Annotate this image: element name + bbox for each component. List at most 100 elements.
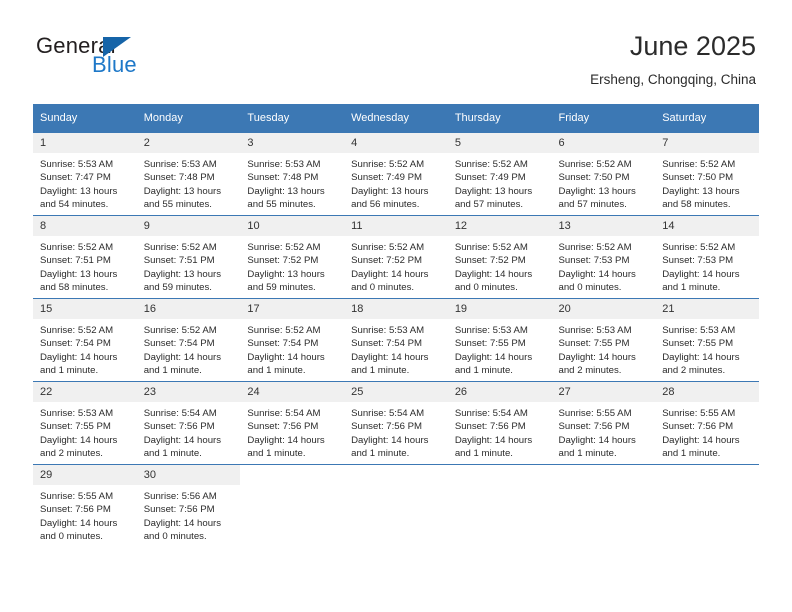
day-cell[interactable]: 30 Sunrise: 5:56 AM Sunset: 7:56 PM Dayligh… — [136, 465, 241, 547]
day-number: 7 — [655, 133, 759, 153]
daylight-text-line1: Daylight: 14 hours — [247, 351, 325, 363]
daylight-text-line2: and 2 minutes. — [558, 365, 622, 377]
day-number: 12 — [447, 216, 552, 236]
day-details: Sunrise: 5:52 AM Sunset: 7:54 PM Daylight:… — [240, 319, 344, 378]
day-number: 30 — [136, 465, 241, 485]
day-details: Sunrise: 5:53 AM Sunset: 7:48 PM Daylight:… — [137, 153, 241, 212]
day-number: 17 — [240, 299, 345, 319]
daylight-text-line2: and 1 minute. — [143, 365, 202, 377]
day-cell[interactable]: 18 Sunrise: 5:53 AM Sunset: 7:54 PM Dayligh… — [344, 299, 448, 381]
sunset-text: Sunset: 7:56 PM — [662, 421, 734, 433]
day-cell[interactable]: 9 Sunrise: 5:52 AM Sunset: 7:51 PM Daylight… — [136, 216, 241, 298]
day-details — [448, 485, 552, 490]
day-cell[interactable]: 19 Sunrise: 5:53 AM Sunset: 7:55 PM Dayligh… — [447, 299, 552, 381]
daylight-text-line2: and 1 minute. — [351, 448, 410, 460]
day-cell[interactable]: 11 Sunrise: 5:52 AM Sunset: 7:52 PM Dayligh… — [344, 216, 448, 298]
sunrise-text: Sunrise: 5:52 AM — [351, 159, 425, 170]
day-number: 20 — [551, 299, 656, 319]
day-cell[interactable]: 1 Sunrise: 5:53 AM Sunset: 7:47 PM Daylight… — [33, 133, 137, 215]
daylight-text-line1: Daylight: 13 hours — [143, 185, 222, 197]
day-details: Sunrise: 5:52 AM Sunset: 7:52 PM Daylight:… — [448, 236, 552, 295]
day-cell-empty — [551, 465, 656, 547]
daylight-text-line1: Daylight: 14 hours — [247, 434, 325, 446]
page-header: General Blue June 2025 Ersheng, Chongqin… — [0, 0, 792, 98]
sunrise-text: Sunrise: 5:52 AM — [143, 242, 217, 253]
daylight-text-line2: and 1 minute. — [143, 448, 202, 460]
day-details: Sunrise: 5:55 AM Sunset: 7:56 PM Daylight:… — [655, 402, 759, 461]
day-cell[interactable]: 20 Sunrise: 5:53 AM Sunset: 7:55 PM Dayligh… — [551, 299, 656, 381]
day-cell[interactable]: 16 Sunrise: 5:52 AM Sunset: 7:54 PM Dayligh… — [136, 299, 241, 381]
daylight-text-line2: and 1 minute. — [558, 448, 617, 460]
day-number: 11 — [344, 216, 448, 236]
day-number: 4 — [344, 133, 448, 153]
day-details: Sunrise: 5:52 AM Sunset: 7:52 PM Daylight:… — [344, 236, 448, 295]
day-cell[interactable]: 26 Sunrise: 5:54 AM Sunset: 7:56 PM Dayligh… — [447, 382, 552, 464]
title-block: June 2025 Ersheng, Chongqing, China — [590, 30, 756, 89]
day-cell[interactable]: 14 Sunrise: 5:52 AM Sunset: 7:53 PM Dayligh… — [655, 216, 759, 298]
weekday-header-thursday: Thursday — [447, 104, 552, 133]
day-details: Sunrise: 5:52 AM Sunset: 7:49 PM Daylight:… — [344, 153, 448, 212]
day-cell[interactable]: 21 Sunrise: 5:53 AM Sunset: 7:55 PM Dayligh… — [655, 299, 759, 381]
sunset-text: Sunset: 7:51 PM — [143, 255, 215, 267]
day-cell[interactable]: 10 Sunrise: 5:52 AM Sunset: 7:52 PM Dayligh… — [240, 216, 345, 298]
day-cell[interactable]: 22 Sunrise: 5:53 AM Sunset: 7:55 PM Dayligh… — [33, 382, 137, 464]
brand-logo[interactable]: General Blue — [36, 33, 216, 83]
day-details: Sunrise: 5:55 AM Sunset: 7:56 PM Daylight:… — [33, 485, 137, 544]
calendar-week-row: 15 Sunrise: 5:52 AM Sunset: 7:54 PM Dayligh… — [33, 298, 759, 382]
sunrise-text: Sunrise: 5:55 AM — [558, 408, 632, 419]
day-details: Sunrise: 5:54 AM Sunset: 7:56 PM Daylight:… — [344, 402, 448, 461]
day-cell[interactable]: 8 Sunrise: 5:52 AM Sunset: 7:51 PM Daylight… — [33, 216, 137, 298]
day-number: 15 — [33, 299, 137, 319]
day-cell-empty — [447, 465, 552, 547]
daylight-text-line2: and 58 minutes. — [662, 199, 731, 211]
day-cell[interactable]: 3 Sunrise: 5:53 AM Sunset: 7:48 PM Daylight… — [240, 133, 345, 215]
daylight-text-line1: Daylight: 14 hours — [143, 434, 222, 446]
day-number: 24 — [240, 382, 345, 402]
weekday-header-sunday: Sunday — [33, 104, 137, 133]
day-cell[interactable]: 13 Sunrise: 5:52 AM Sunset: 7:53 PM Dayligh… — [551, 216, 656, 298]
day-details: Sunrise: 5:56 AM Sunset: 7:56 PM Daylight:… — [137, 485, 241, 544]
calendar-header-row: Sunday Monday Tuesday Wednesday Thursday… — [33, 104, 759, 133]
day-details: Sunrise: 5:54 AM Sunset: 7:56 PM Daylight:… — [448, 402, 552, 461]
day-cell[interactable]: 4 Sunrise: 5:52 AM Sunset: 7:49 PM Daylight… — [344, 133, 448, 215]
day-number: 19 — [447, 299, 552, 319]
daylight-text-line2: and 56 minutes. — [351, 199, 420, 211]
day-number — [551, 465, 656, 485]
day-cell[interactable]: 23 Sunrise: 5:54 AM Sunset: 7:56 PM Dayligh… — [136, 382, 241, 464]
day-cell[interactable]: 29 Sunrise: 5:55 AM Sunset: 7:56 PM Dayligh… — [33, 465, 137, 547]
daylight-text-line2: and 54 minutes. — [40, 199, 109, 211]
day-details: Sunrise: 5:52 AM Sunset: 7:52 PM Daylight:… — [240, 236, 344, 295]
day-cell[interactable]: 28 Sunrise: 5:55 AM Sunset: 7:56 PM Dayligh… — [655, 382, 759, 464]
day-number: 27 — [551, 382, 656, 402]
day-number: 18 — [344, 299, 448, 319]
daylight-text-line1: Daylight: 13 hours — [662, 185, 740, 197]
day-cell[interactable]: 24 Sunrise: 5:54 AM Sunset: 7:56 PM Dayligh… — [240, 382, 345, 464]
day-details: Sunrise: 5:53 AM Sunset: 7:55 PM Daylight:… — [655, 319, 759, 378]
daylight-text-line2: and 0 minutes. — [143, 531, 207, 543]
daylight-text-line2: and 1 minute. — [247, 448, 306, 460]
day-cell[interactable]: 15 Sunrise: 5:52 AM Sunset: 7:54 PM Dayligh… — [33, 299, 137, 381]
day-cell[interactable]: 17 Sunrise: 5:52 AM Sunset: 7:54 PM Dayligh… — [240, 299, 345, 381]
calendar-table: Sunday Monday Tuesday Wednesday Thursday… — [33, 104, 759, 547]
day-cell[interactable]: 2 Sunrise: 5:53 AM Sunset: 7:48 PM Daylight… — [136, 133, 241, 215]
day-cell[interactable]: 12 Sunrise: 5:52 AM Sunset: 7:52 PM Dayligh… — [447, 216, 552, 298]
day-cell-empty — [344, 465, 448, 547]
weekday-header-friday: Friday — [551, 104, 656, 133]
day-details: Sunrise: 5:53 AM Sunset: 7:55 PM Daylight:… — [552, 319, 656, 378]
daylight-text-line2: and 1 minute. — [247, 365, 306, 377]
day-cell[interactable]: 25 Sunrise: 5:54 AM Sunset: 7:56 PM Dayligh… — [344, 382, 448, 464]
calendar-page: General Blue June 2025 Ersheng, Chongqin… — [0, 0, 792, 612]
daylight-text-line2: and 1 minute. — [40, 365, 99, 377]
day-number: 8 — [33, 216, 137, 236]
day-cell[interactable]: 5 Sunrise: 5:52 AM Sunset: 7:49 PM Daylight… — [447, 133, 552, 215]
day-details: Sunrise: 5:52 AM Sunset: 7:51 PM Daylight:… — [33, 236, 137, 295]
day-cell[interactable]: 6 Sunrise: 5:52 AM Sunset: 7:50 PM Daylight… — [551, 133, 656, 215]
sunrise-text: Sunrise: 5:53 AM — [662, 325, 736, 336]
day-cell[interactable]: 27 Sunrise: 5:55 AM Sunset: 7:56 PM Dayligh… — [551, 382, 656, 464]
daylight-text-line1: Daylight: 13 hours — [351, 185, 429, 197]
daylight-text-line2: and 1 minute. — [662, 448, 721, 460]
day-cell[interactable]: 7 Sunrise: 5:52 AM Sunset: 7:50 PM Daylight… — [655, 133, 759, 215]
daylight-text-line1: Daylight: 13 hours — [143, 268, 222, 280]
day-number: 1 — [33, 133, 137, 153]
day-number: 22 — [33, 382, 137, 402]
